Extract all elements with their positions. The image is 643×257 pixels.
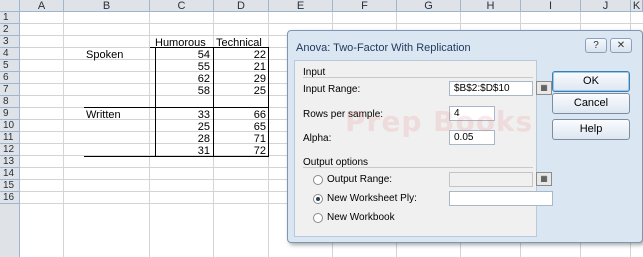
row-header-4[interactable]: 4 (0, 48, 20, 60)
cell-c5[interactable]: 62 (150, 73, 210, 85)
column-header-k[interactable]: K (631, 0, 643, 12)
row-header-8[interactable]: 8 (0, 96, 20, 108)
row-header-13[interactable]: 13 (0, 156, 20, 168)
cancel-button[interactable]: Cancel (552, 93, 630, 114)
table-border-left (155, 48, 156, 156)
column-header-e[interactable]: E (269, 0, 333, 12)
row-header-15[interactable]: 15 (0, 180, 20, 192)
collapse-dialog-icon[interactable]: ▦ (536, 81, 552, 95)
dialog-title: Anova: Two-Factor With Replication (296, 42, 471, 54)
input-range-field[interactable]: $B$2:$D$10 (449, 81, 533, 96)
cell-d8[interactable]: 65 (214, 121, 266, 133)
table-border-bottom (84, 156, 269, 157)
help-button[interactable]: Help (552, 119, 630, 140)
column-header-i[interactable]: I (521, 0, 581, 12)
close-icon[interactable]: ✕ (610, 38, 632, 53)
watermark-text: Prep Books (345, 105, 534, 138)
row-header-1[interactable]: 1 (0, 12, 20, 24)
output-range-field[interactable] (449, 172, 533, 187)
row-header-5[interactable]: 5 (0, 60, 20, 72)
row-header-11[interactable]: 11 (0, 132, 20, 144)
column-header-a[interactable]: A (20, 0, 64, 12)
row-header-10[interactable]: 10 (0, 120, 20, 132)
row-header-12[interactable]: 12 (0, 144, 20, 156)
cell-c3[interactable]: 54 (150, 49, 210, 61)
table-border-top (150, 47, 269, 48)
row-header-2[interactable]: 2 (0, 24, 20, 36)
cell-d9[interactable]: 71 (214, 133, 266, 145)
table-border-right (268, 48, 269, 156)
row-header-14[interactable]: 14 (0, 168, 20, 180)
new-worksheet-ply-field[interactable] (449, 191, 553, 206)
row-header-16[interactable]: 16 (0, 192, 20, 204)
row-header-6[interactable]: 6 (0, 72, 20, 84)
column-header-f[interactable]: F (333, 0, 397, 12)
table-border-mid (84, 107, 269, 108)
row-header-filler (0, 204, 20, 257)
output-range-label: Output Range: (327, 174, 393, 185)
column-header-h[interactable]: H (461, 0, 521, 12)
help-icon[interactable]: ? (585, 38, 607, 53)
new-workbook-radio[interactable] (313, 213, 323, 223)
cell-d7[interactable]: 66 (214, 109, 266, 121)
alpha-label: Alpha: (303, 133, 332, 144)
column-header-c[interactable]: C (150, 0, 214, 12)
new-workbook-label: New Workbook (327, 212, 395, 223)
column-header-g[interactable]: G (397, 0, 461, 12)
dialog-body: Input Input Range: $B$2:$D$10 ▦ Rows per… (294, 60, 553, 237)
cell-b7-written[interactable]: Written (86, 109, 121, 121)
table-border-inner (213, 48, 214, 156)
output-range-radio[interactable] (313, 175, 323, 185)
cell-c7[interactable]: 33 (150, 109, 210, 121)
cell-b3-spoken[interactable]: Spoken (86, 49, 123, 61)
select-all-corner[interactable] (0, 0, 20, 12)
row-header-9[interactable]: 9 (0, 108, 20, 120)
column-header-d[interactable]: D (214, 0, 269, 12)
cell-c9[interactable]: 28 (150, 133, 210, 145)
row-header-7[interactable]: 7 (0, 84, 20, 96)
column-header-b[interactable]: B (64, 0, 150, 12)
new-worksheet-ply-label: New Worksheet Ply: (327, 193, 417, 204)
cell-d4[interactable]: 21 (214, 61, 266, 73)
cell-c6[interactable]: 58 (150, 85, 210, 97)
ok-button[interactable]: OK (552, 71, 630, 92)
cell-c8[interactable]: 25 (150, 121, 210, 133)
new-worksheet-ply-radio[interactable] (313, 194, 323, 204)
column-header-j[interactable]: J (581, 0, 631, 12)
cell-d6[interactable]: 25 (214, 85, 266, 97)
cell-d5[interactable]: 29 (214, 73, 266, 85)
cell-d3[interactable]: 22 (214, 49, 266, 61)
row-header-3[interactable]: 3 (0, 36, 20, 48)
output-collapse-dialog-icon[interactable]: ▦ (536, 172, 552, 186)
cell-c4[interactable]: 55 (150, 61, 210, 73)
input-range-label: Input Range: (303, 84, 361, 95)
